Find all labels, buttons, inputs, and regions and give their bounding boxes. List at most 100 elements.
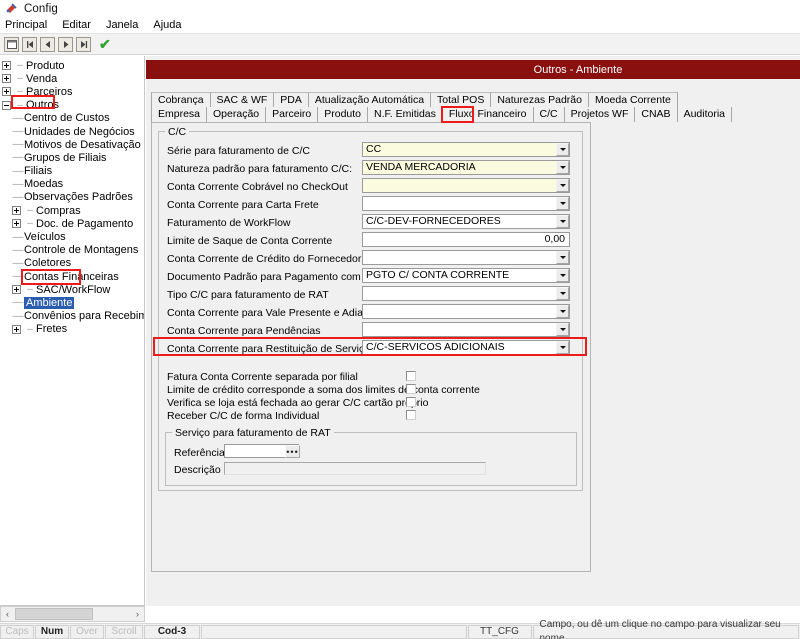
checkbox-row-fatura-separada[interactable]: Fatura Conta Corrente separada por filia… <box>167 370 358 383</box>
chevron-down-icon[interactable] <box>556 305 569 318</box>
tab-cobranca[interactable]: Cobrança <box>151 92 211 107</box>
chevron-down-icon[interactable] <box>556 251 569 264</box>
sidebar-item-doc-de-pagamento[interactable]: – Doc. de Pagamento <box>2 217 144 230</box>
navigation-tree-panel[interactable]: – Produto – Venda – Parceiros – Outros –… <box>0 56 145 606</box>
next-record-button[interactable] <box>58 37 73 52</box>
tab-nf-emitidas[interactable]: N.F. Emitidas <box>368 107 443 122</box>
first-record-button[interactable] <box>22 37 37 52</box>
sidebar-item-outros[interactable]: – Outros <box>2 99 144 112</box>
tab-sac-wf[interactable]: SAC & WF <box>211 92 275 107</box>
tree-connector: – <box>24 205 36 216</box>
tab-naturezas-padrao[interactable]: Naturezas Padrão <box>491 92 589 107</box>
tree-horizontal-scrollbar[interactable]: ‹ › <box>0 606 145 622</box>
tab-empresa[interactable]: Empresa <box>151 107 207 122</box>
sidebar-item-observacoes-padroes[interactable]: –– Observações Padrões <box>2 191 144 204</box>
sidebar-item-grupos-de-filiais[interactable]: –– Grupos de Filiais <box>2 151 144 164</box>
chevron-down-icon[interactable] <box>556 197 569 210</box>
tab-parceiro[interactable]: Parceiro <box>266 107 318 122</box>
chevron-down-icon[interactable] <box>556 161 569 174</box>
tab-moeda-corrente[interactable]: Moeda Corrente <box>589 92 678 107</box>
tab-operacao[interactable]: Operação <box>207 107 266 122</box>
sidebar-item-filiais[interactable]: –– Filiais <box>2 165 144 178</box>
sidebar-item-motivos-de-desativacao[interactable]: –– Motivos de Desativação <box>2 138 144 151</box>
checkbox-receber-cc-individual[interactable] <box>406 410 416 420</box>
expand-plus-icon[interactable] <box>12 206 21 215</box>
combo-cc-credito-fornecedor[interactable] <box>362 250 570 265</box>
combo-faturamento-workflow[interactable]: C/C-DEV-FORNECEDORES <box>362 214 570 229</box>
tab-cnab[interactable]: CNAB <box>635 107 677 122</box>
tab-atualizacao-automatica[interactable]: Atualização Automática <box>309 92 431 107</box>
last-record-button[interactable] <box>76 37 91 52</box>
chevron-down-icon[interactable] <box>556 269 569 282</box>
combo-serie-faturamento[interactable]: CC <box>362 142 570 157</box>
menu-ajuda[interactable]: Ajuda <box>153 19 189 31</box>
status-scroll: Scroll <box>105 625 143 639</box>
checkbox-row-verifica-loja-fechada[interactable]: Verifica se loja está fechada ao gerar C… <box>167 396 428 409</box>
combo-natureza-padrao[interactable]: VENDA MERCADORIA <box>362 160 570 175</box>
checkbox-row-limite-credito[interactable]: Limite de crédito corresponde a soma dos… <box>167 383 480 396</box>
tab-projetos-wf[interactable]: Projetos WF <box>565 107 636 122</box>
combo-tipo-cc-rat[interactable] <box>362 286 570 301</box>
combo-cc-vale-presente[interactable] <box>362 304 570 319</box>
chevron-down-icon[interactable] <box>556 143 569 156</box>
input-limite-saque[interactable]: 0,00 <box>362 232 570 247</box>
scroll-right-icon[interactable]: › <box>131 609 144 619</box>
sidebar-item-controle-de-montagens[interactable]: –– Controle de Montagens <box>2 244 144 257</box>
sidebar-item-parceiros[interactable]: – Parceiros <box>2 85 144 98</box>
chevron-down-icon[interactable] <box>556 215 569 228</box>
checkbox-row-receber-cc-individual[interactable]: Receber C/C de forma Individual <box>167 409 319 422</box>
chevron-down-icon[interactable] <box>556 341 569 354</box>
sidebar-item-fretes[interactable]: – Fretes <box>2 323 144 336</box>
menu-principal[interactable]: Principal <box>5 19 55 31</box>
combo-cc-restituicao-servicos[interactable]: C/C-SERVICOS ADICIONAIS <box>362 340 570 355</box>
tab-cc[interactable]: C/C <box>534 107 565 122</box>
sidebar-item-produto[interactable]: – Produto <box>2 59 144 72</box>
combo-documento-padrao-pagamento[interactable]: PGTO C/ CONTA CORRENTE <box>362 268 570 283</box>
referencia-lookup-button[interactable]: ••• <box>285 445 300 458</box>
combo-cc-cobravel-checkout[interactable] <box>362 178 570 193</box>
sidebar-item-centro-de-custos[interactable]: –– Centro de Custos <box>2 112 144 125</box>
collapse-minus-icon[interactable] <box>2 101 11 110</box>
field-label-cc-credito-fornecedor: Conta Corrente de Crédito do Fornecedor <box>167 251 361 266</box>
scrollbar-thumb[interactable] <box>15 608 93 620</box>
tree-connector: – <box>24 284 36 295</box>
tab-total-pos[interactable]: Total POS <box>431 92 491 107</box>
scroll-left-icon[interactable]: ‹ <box>1 609 14 619</box>
sidebar-item-label: Outros <box>26 99 59 111</box>
sidebar-item-convenios-para-recebimentos[interactable]: –– Convênios para Recebimentos c <box>2 310 144 323</box>
menu-editar[interactable]: Editar <box>62 19 99 31</box>
checkbox-verifica-loja-fechada[interactable] <box>406 397 416 407</box>
expand-plus-icon[interactable] <box>12 325 21 334</box>
sidebar-item-contas-financeiras[interactable]: –– Contas Financeiras <box>2 270 144 283</box>
expand-plus-icon[interactable] <box>12 285 21 294</box>
previous-record-button[interactable] <box>40 37 55 52</box>
sidebar-item-moedas[interactable]: –– Moedas <box>2 178 144 191</box>
new-window-button[interactable] <box>4 37 19 52</box>
sidebar-item-ambiente[interactable]: –– Ambiente <box>2 296 144 309</box>
sidebar-item-unidades-de-negocios[interactable]: –– Unidades de Negócios <box>2 125 144 138</box>
group-servico-rat-legend: Serviço para faturamento de RAT <box>172 427 334 439</box>
sidebar-item-coletores[interactable]: –– Coletores <box>2 257 144 270</box>
tab-auditoria[interactable]: Auditoria <box>678 107 732 122</box>
expand-plus-icon[interactable] <box>2 87 11 96</box>
expand-plus-icon[interactable] <box>12 219 21 228</box>
combo-cc-carta-frete[interactable] <box>362 196 570 211</box>
combo-cc-pendencias[interactable] <box>362 322 570 337</box>
confirm-check-icon[interactable]: ✔ <box>99 37 111 51</box>
chevron-down-icon[interactable] <box>556 179 569 192</box>
chevron-down-icon[interactable] <box>556 287 569 300</box>
expand-plus-icon[interactable] <box>2 74 11 83</box>
checkbox-limite-credito[interactable] <box>406 384 416 394</box>
menu-janela[interactable]: Janela <box>106 19 146 31</box>
expand-plus-icon[interactable] <box>2 61 11 70</box>
sidebar-item-sac-workflow[interactable]: – SAC/WorkFlow <box>2 283 144 296</box>
tab-pda[interactable]: PDA <box>274 92 309 107</box>
sidebar-item-veiculos[interactable]: –– Veículos <box>2 230 144 243</box>
tab-produto[interactable]: Produto <box>318 107 368 122</box>
tree-connector: – <box>14 100 26 111</box>
sidebar-item-compras[interactable]: – Compras <box>2 204 144 217</box>
checkbox-fatura-separada[interactable] <box>406 371 416 381</box>
tab-fluxo-financeiro[interactable]: Fluxo Financeiro <box>443 107 534 122</box>
chevron-down-icon[interactable] <box>556 323 569 336</box>
sidebar-item-venda[interactable]: – Venda <box>2 72 144 85</box>
